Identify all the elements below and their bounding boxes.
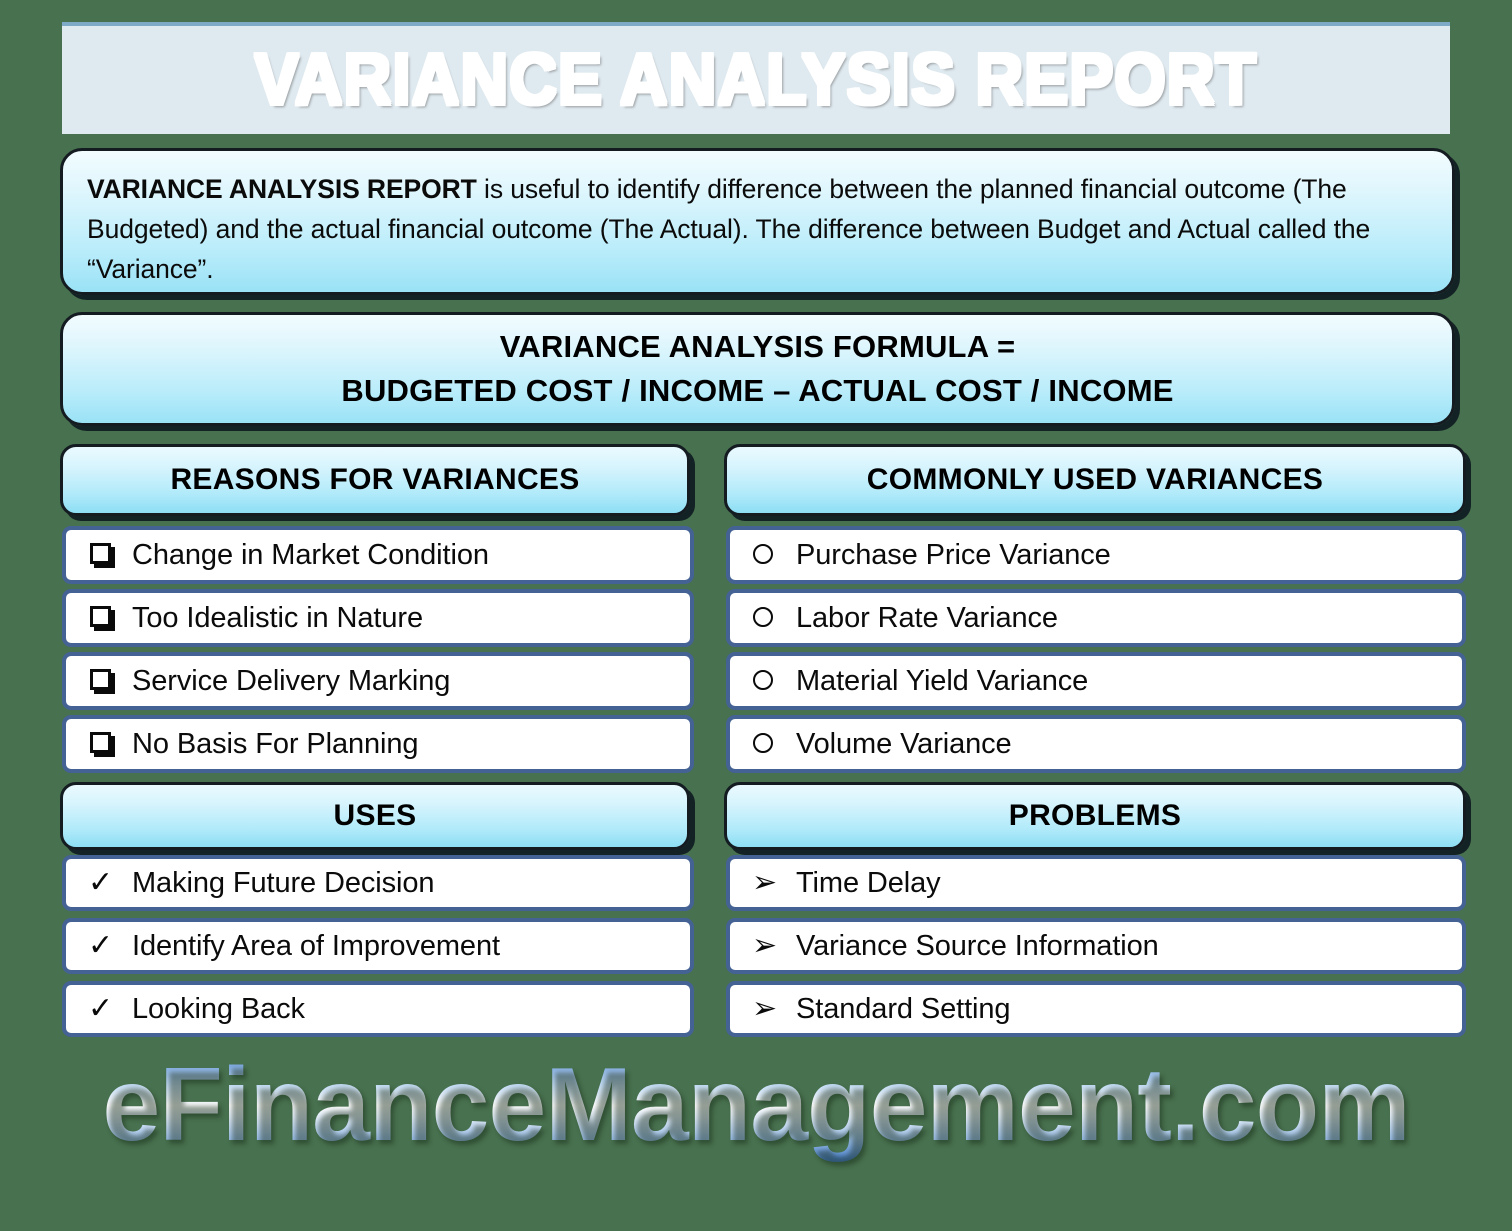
list-item[interactable]: Material Yield Variance: [726, 652, 1466, 710]
list-item[interactable]: Service Delivery Marking: [62, 652, 694, 710]
list-item[interactable]: No Basis For Planning: [62, 715, 694, 773]
list-item-label: Labor Rate Variance: [796, 601, 1058, 634]
description-panel: VARIANCE ANALYSIS REPORT is useful to id…: [60, 148, 1455, 295]
circle-bullet-icon: [752, 731, 796, 757]
section-header-commonly-used: COMMONLY USED VARIANCES: [724, 444, 1466, 516]
list-item-label: Too Idealistic in Nature: [132, 601, 423, 634]
square-bullet-icon: [88, 542, 132, 568]
formula-line-2: BUDGETED COST / INCOME – ACTUAL COST / I…: [341, 373, 1174, 408]
formula-line-1: VARIANCE ANALYSIS FORMULA =: [499, 329, 1016, 364]
list-item-label: Volume Variance: [796, 727, 1012, 760]
list-item-label: Variance Source Information: [796, 929, 1159, 962]
list-item[interactable]: ➢ Variance Source Information: [726, 918, 1466, 974]
list-item[interactable]: Volume Variance: [726, 715, 1466, 773]
list-item[interactable]: Labor Rate Variance: [726, 589, 1466, 647]
check-bullet-icon: ✓: [88, 992, 114, 1025]
list-item-label: Looking Back: [132, 992, 305, 1025]
square-bullet-icon: [88, 668, 132, 694]
list-item[interactable]: ✓ Making Future Decision: [62, 855, 694, 911]
list-item[interactable]: ✓ Looking Back: [62, 981, 694, 1037]
description-text: VARIANCE ANALYSIS REPORT is useful to id…: [87, 169, 1428, 289]
list-item-label: Material Yield Variance: [796, 664, 1089, 697]
check-bullet-icon: ✓: [88, 866, 114, 899]
list-item-label: No Basis For Planning: [132, 727, 419, 760]
list-item-label: Time Delay: [796, 866, 941, 899]
list-item[interactable]: ➢ Standard Setting: [726, 981, 1466, 1037]
list-item[interactable]: Too Idealistic in Nature: [62, 589, 694, 647]
section-header-label: REASONS FOR VARIANCES: [170, 463, 580, 496]
list-item-label: Identify Area of Improvement: [132, 929, 500, 962]
section-header-reasons: REASONS FOR VARIANCES: [60, 444, 690, 516]
circle-bullet-icon: [752, 605, 796, 631]
circle-bullet-icon: [752, 668, 796, 694]
list-item[interactable]: Change in Market Condition: [62, 526, 694, 584]
check-bullet-icon: ✓: [88, 929, 114, 962]
section-header-label: COMMONLY USED VARIANCES: [866, 463, 1324, 496]
section-header-label: PROBLEMS: [1008, 799, 1182, 832]
section-header-label: USES: [333, 799, 417, 832]
list-item[interactable]: Purchase Price Variance: [726, 526, 1466, 584]
title-banner: VARIANCE ANALYSIS REPORT: [62, 22, 1450, 134]
square-bullet-icon: [88, 605, 132, 631]
arrow-bullet-icon: ➢: [752, 992, 778, 1025]
list-item-label: Standard Setting: [796, 992, 1011, 1025]
description-lead: VARIANCE ANALYSIS REPORT: [87, 174, 477, 204]
list-item[interactable]: ✓ Identify Area of Improvement: [62, 918, 694, 974]
square-bullet-icon: [88, 731, 132, 757]
brand-wordmark: eFinanceManagement.com: [102, 1047, 1410, 1163]
list-item-label: Change in Market Condition: [132, 538, 489, 571]
footer-logo: eFinanceManagement.com: [0, 1046, 1512, 1165]
list-item-label: Purchase Price Variance: [796, 538, 1111, 571]
arrow-bullet-icon: ➢: [752, 866, 778, 899]
section-header-uses: USES: [60, 782, 690, 850]
section-header-problems: PROBLEMS: [724, 782, 1466, 850]
list-item-label: Service Delivery Marking: [132, 664, 451, 697]
list-item-label: Making Future Decision: [132, 866, 435, 899]
circle-bullet-icon: [752, 542, 796, 568]
page-title: VARIANCE ANALYSIS REPORT: [254, 40, 1258, 120]
arrow-bullet-icon: ➢: [752, 929, 778, 962]
list-item[interactable]: ➢ Time Delay: [726, 855, 1466, 911]
formula-panel: VARIANCE ANALYSIS FORMULA = BUDGETED COS…: [60, 312, 1455, 426]
